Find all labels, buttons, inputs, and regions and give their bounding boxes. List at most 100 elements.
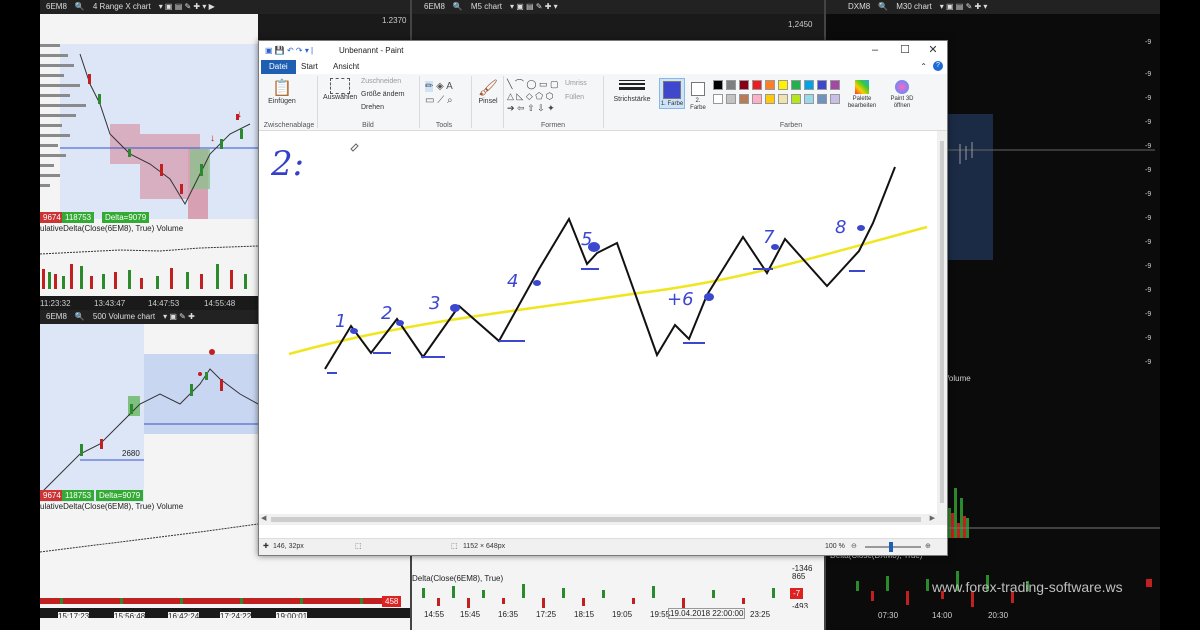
chart-toolbar-top-left[interactable]: 6EM8 🔍 4 Range X chart ▾ ▣ ▤ ✎ ✚ ▾ ▶ — [40, 0, 410, 14]
minimize-button[interactable]: – — [863, 41, 887, 60]
maximize-button[interactable]: ☐ — [893, 41, 917, 60]
size-button[interactable]: Strichstärke — [609, 78, 655, 103]
scroll-thumb[interactable] — [271, 517, 921, 522]
horizontal-scrollbar[interactable]: ◀ ▶ — [259, 514, 937, 525]
paste-button[interactable]: 📋 Einfügen — [267, 78, 297, 105]
chart-toolbar-right[interactable]: DXM8 🔍 M30 chart ▾ ▣ ▤ ✎ ✚ ▾ — [826, 0, 1160, 14]
zoom-slider[interactable] — [865, 542, 921, 552]
palette-swatch[interactable] — [752, 80, 762, 90]
scroll-right-icon[interactable]: ▶ — [930, 514, 935, 522]
vscroll-thumb[interactable] — [940, 141, 944, 503]
price-chart-top-left[interactable]: ↓ ↓ 9674 118753 Delta=9079 — [40, 14, 258, 224]
palette-swatch[interactable] — [713, 94, 723, 104]
palette-swatch[interactable] — [817, 80, 827, 90]
hand-drawing: 2: 1 2 3 4 5 +6 7 8 — [270, 143, 928, 374]
quick-access-icons[interactable]: ▣ 💾 ↶ ↷ ▾ | — [265, 41, 313, 60]
palette-swatch[interactable] — [817, 94, 827, 104]
image-size: 1152 × 648px — [463, 543, 506, 550]
rotate-button[interactable]: Drehen — [361, 104, 384, 111]
resize-button[interactable]: Größe ändern — [361, 91, 405, 98]
palette-swatch[interactable] — [739, 94, 749, 104]
pencil-icon[interactable]: ✏ — [425, 81, 434, 92]
palette-swatch[interactable] — [739, 80, 749, 90]
fill-icon[interactable]: ◈ — [436, 81, 444, 92]
palette-swatch[interactable] — [804, 80, 814, 90]
zoom-in-button[interactable]: ⊕ — [925, 539, 931, 555]
color1-button[interactable]: 1. Farbe — [659, 78, 685, 109]
cursor-icon: ✚ — [263, 543, 269, 550]
collapse-ribbon-icon[interactable]: ⌃ — [920, 62, 927, 71]
tab-view[interactable]: Ansicht — [325, 60, 367, 74]
toolbar-icons[interactable]: ▾ ▣ ✎ ✚ — [163, 312, 195, 321]
price-chart-right[interactable]: -9 -9 -9 -9 -9 -9 -9 -9 -9 -9 -9 -9 -9 -9 — [940, 14, 1160, 374]
svg-text:-9: -9 — [1145, 95, 1151, 102]
palette-swatch[interactable] — [726, 80, 736, 90]
color-palette[interactable] — [713, 78, 843, 118]
price-label-top: 1.2370 — [382, 16, 407, 25]
svg-text:-9: -9 — [1145, 39, 1151, 46]
volume-bars-top-left — [40, 245, 258, 289]
select-button[interactable]: Auswählen — [323, 78, 357, 101]
palette-swatch[interactable] — [752, 94, 762, 104]
brushes-button[interactable]: 🖌 Pinsel — [473, 78, 503, 105]
cursor-position: 146, 32px — [273, 543, 304, 550]
palette-swatch[interactable] — [713, 80, 723, 90]
tab-file[interactable]: Datei — [261, 60, 296, 74]
palette-swatch[interactable] — [791, 80, 801, 90]
selection-icon: ⬚ — [355, 543, 362, 550]
palette-icon — [855, 80, 869, 94]
tag-green: 118753 — [62, 212, 95, 223]
price-chart-mid-left[interactable]: 2680 9674 118753 Delta=9079 — [40, 324, 258, 502]
vertical-scrollbar[interactable] — [937, 131, 947, 525]
ribbon: 📋 Einfügen Zwischenablage Auswählen Zusc… — [259, 74, 947, 131]
color2-swatch — [691, 82, 705, 96]
close-button[interactable]: ✕ — [921, 41, 945, 60]
color-picker-icon[interactable]: ⟋ — [437, 95, 444, 106]
tools-grid[interactable]: ✏ ◈ A ▭ ⟋ ⌕ — [425, 80, 465, 108]
paint-titlebar[interactable]: ▣ 💾 ↶ ↷ ▾ | Unbenannt - Paint – ☐ ✕ — [259, 41, 947, 60]
palette-swatch[interactable] — [765, 94, 775, 104]
eraser-icon[interactable]: ▭ — [425, 95, 434, 106]
zoom-out-button[interactable]: ⊖ — [851, 539, 857, 555]
status-bar: ✚ 146, 32px ⬚ ⬚ 1152 × 648px 100 % ⊖ ⊕ — [259, 538, 947, 555]
heading-text: 2: — [270, 144, 304, 184]
outline-button[interactable]: Umriss — [565, 80, 587, 87]
toolbar-icons[interactable]: ▾ ▣ ▤ ✎ ✚ ▾ — [940, 2, 988, 11]
shapes-gallery[interactable]: ╲ ⌒ ◯ ▭ ▢ △ ◺ ◇ ⬠ ⬡ ➔ ⇦ ⇧ ⇩ ✦ — [507, 78, 559, 114]
search-icon[interactable]: 🔍 — [453, 2, 463, 11]
tab-home[interactable]: Start — [293, 60, 326, 74]
scroll-left-icon[interactable]: ◀ — [261, 514, 266, 522]
paint3d-button[interactable]: Paint 3D öffnen — [883, 78, 921, 110]
edit-colors-button[interactable]: Palette bearbeiten — [843, 78, 881, 110]
paint-window[interactable]: ▣ 💾 ↶ ↷ ▾ | Unbenannt - Paint – ☐ ✕ Date… — [258, 40, 948, 556]
palette-swatch[interactable] — [765, 80, 775, 90]
fill-button[interactable]: Füllen — [565, 94, 584, 101]
color2-button[interactable]: 2. Farbe — [687, 78, 709, 112]
search-icon[interactable]: 🔍 — [75, 312, 85, 321]
clipboard-icon: 📋 — [272, 80, 292, 97]
help-icon[interactable]: ? — [933, 61, 943, 71]
palette-swatch[interactable] — [791, 94, 801, 104]
palette-swatch[interactable] — [830, 80, 840, 90]
toolbar-icons[interactable]: ▾ ▣ ▤ ✎ ✚ ▾ — [510, 2, 558, 11]
palette-swatch[interactable] — [778, 80, 788, 90]
palette-swatch[interactable] — [726, 94, 736, 104]
text-icon[interactable]: A — [446, 81, 453, 92]
level-label: 2680 — [122, 449, 140, 458]
indicator-top-left: ulativeDelta(Close(6EM8), True) Volume — [40, 224, 258, 296]
search-icon[interactable]: 🔍 — [75, 2, 85, 11]
drawing-canvas[interactable]: 2: 1 2 3 4 5 +6 7 8 ◀ ▶ — [259, 131, 947, 525]
svg-text:-9: -9 — [1145, 143, 1151, 150]
palette-swatch[interactable] — [778, 94, 788, 104]
svg-text:-9: -9 — [1145, 239, 1151, 246]
magnifier-icon[interactable]: ⌕ — [447, 95, 453, 106]
chart-toolbar-center[interactable]: 6EM8 🔍 M5 chart ▾ ▣ ▤ ✎ ✚ ▾ — [412, 0, 824, 14]
zoom-slider-thumb[interactable] — [889, 542, 893, 552]
toolbar-icons[interactable]: ▾ ▣ ▤ ✎ ✚ ▾ ▶ — [159, 2, 215, 11]
search-icon[interactable]: 🔍 — [878, 2, 888, 11]
chart-toolbar-mid-left[interactable]: 6EM8 🔍 500 Volume chart ▾ ▣ ✎ ✚ — [40, 310, 258, 324]
palette-swatch[interactable] — [804, 94, 814, 104]
crop-button[interactable]: Zuschneiden — [361, 78, 401, 85]
palette-swatch[interactable] — [830, 94, 840, 104]
zoom-level: 100 % — [825, 543, 845, 550]
